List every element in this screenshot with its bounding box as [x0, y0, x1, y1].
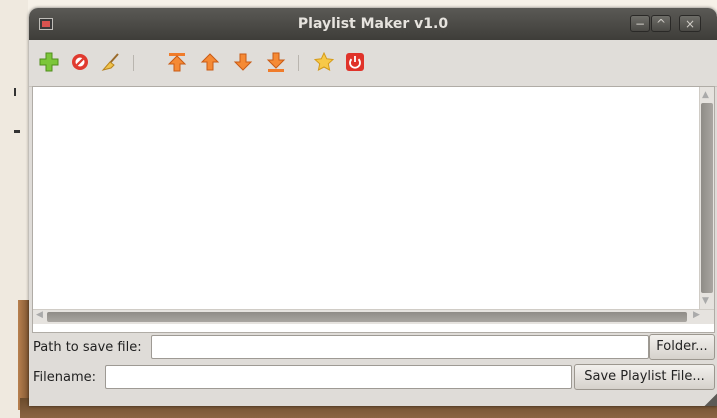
add-icon [39, 52, 59, 72]
filename-input[interactable] [105, 365, 572, 389]
maximize-button[interactable]: ^ [651, 15, 671, 32]
folder-button[interactable]: Folder... [649, 334, 715, 360]
scroll-up-icon[interactable]: ▲ [702, 90, 709, 100]
move-top-icon [167, 53, 187, 72]
move-down-button[interactable] [232, 51, 254, 73]
move-top-button[interactable] [166, 51, 188, 73]
move-bottom-button[interactable] [265, 51, 287, 73]
scroll-right-icon[interactable]: ▶ [693, 310, 700, 320]
move-bottom-icon [266, 52, 286, 72]
toolbar-separator [133, 55, 134, 71]
clear-button[interactable] [100, 51, 122, 73]
move-up-icon [200, 53, 220, 71]
vertical-scroll-thumb[interactable] [701, 103, 713, 293]
horizontal-scrollbar[interactable]: ◀ ▶ [33, 309, 714, 324]
path-label: Path to save file: [33, 340, 142, 355]
save-playlist-button[interactable]: Save Playlist File... [574, 364, 715, 390]
desktop-fragment [14, 88, 21, 96]
remove-icon [72, 54, 88, 70]
horizontal-scroll-thumb[interactable] [47, 312, 687, 322]
close-button[interactable]: × [679, 15, 701, 32]
vertical-scrollbar[interactable]: ▲ ▼ [699, 87, 714, 309]
playlist-list[interactable]: ▲ ▼ ◀ ▶ [32, 86, 715, 333]
move-down-icon [233, 53, 253, 71]
filename-label: Filename: [33, 370, 97, 385]
desktop-fragment [14, 130, 20, 133]
minimize-button[interactable]: − [630, 15, 650, 32]
quit-button[interactable] [344, 51, 366, 73]
path-input[interactable] [151, 335, 649, 359]
toolbar-separator [298, 55, 299, 71]
resize-grip-icon[interactable] [703, 392, 717, 406]
favorite-button[interactable] [313, 51, 335, 73]
scroll-down-icon[interactable]: ▼ [702, 296, 709, 306]
toolbar [29, 40, 717, 87]
add-button[interactable] [38, 51, 60, 73]
star-icon [314, 52, 334, 71]
power-quit-icon [346, 53, 364, 71]
broom-clear-icon [101, 53, 119, 71]
remove-button[interactable] [69, 51, 91, 73]
move-up-button[interactable] [199, 51, 221, 73]
window-title: Playlist Maker v1.0 [297, 16, 449, 32]
title-bar[interactable]: Playlist Maker v1.0 − ^ × [29, 8, 717, 40]
scroll-left-icon[interactable]: ◀ [36, 310, 43, 320]
app-window: Playlist Maker v1.0 − ^ × ▲ ▼ ◀ ▶ Path t… [29, 8, 717, 406]
